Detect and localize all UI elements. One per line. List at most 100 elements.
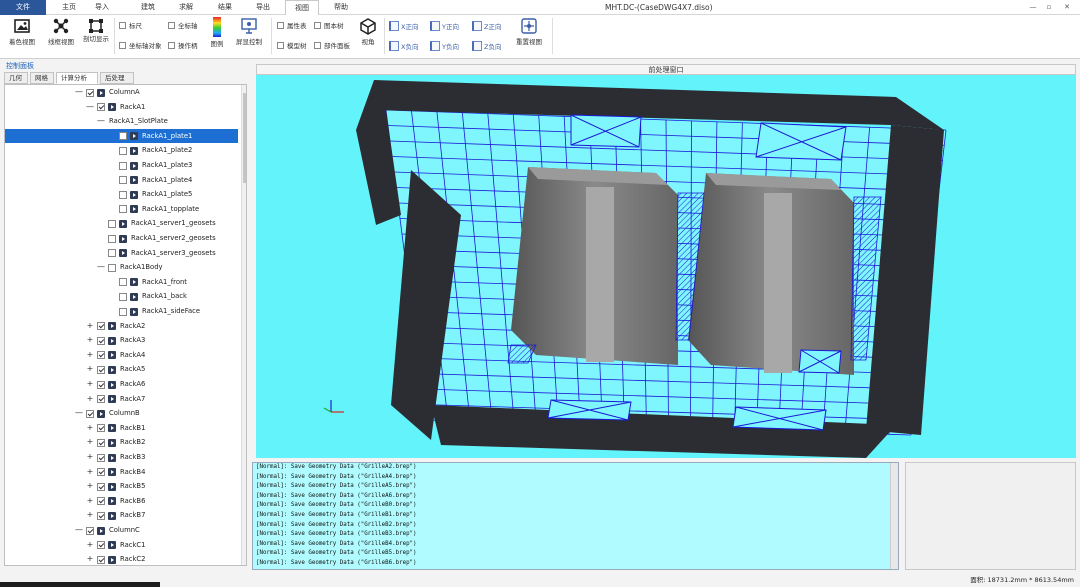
tree-node[interactable]: + RackB5 (5, 479, 238, 494)
tree-node[interactable]: RackA1_server1_geosets (5, 216, 238, 231)
expand-icon[interactable]: + (86, 392, 94, 407)
tree-checkbox[interactable] (97, 395, 105, 404)
tree-node[interactable]: — RackA1_SlotPlate (5, 114, 238, 129)
tree-checkbox[interactable] (119, 161, 127, 170)
component-panel-checkbox[interactable]: 部件面板 (314, 41, 350, 51)
expand-icon[interactable]: + (86, 377, 94, 392)
expand-icon[interactable]: + (86, 421, 94, 436)
x-negative-button[interactable]: X负向 (389, 41, 418, 51)
tree-node[interactable]: + RackA5 (5, 362, 238, 377)
menu-export[interactable]: 导出 (249, 0, 277, 15)
expand-icon[interactable]: + (86, 450, 94, 465)
tree-checkbox[interactable] (119, 205, 127, 214)
tree-node[interactable]: — RackA1Body (5, 260, 238, 275)
expand-icon[interactable]: + (86, 508, 94, 523)
global-axis-checkbox[interactable]: 全标轴 (168, 21, 198, 31)
tree-node[interactable]: RackA1_plate1 (5, 128, 238, 144)
property-table-checkbox[interactable]: 属性表 (277, 21, 307, 31)
tree-node[interactable]: RackA1_server2_geosets (5, 231, 238, 246)
tree-checkbox[interactable] (97, 365, 105, 374)
menu-solve[interactable]: 求解 (172, 0, 200, 15)
tree-node[interactable]: — RackA1 (5, 100, 238, 115)
expand-icon[interactable]: + (86, 333, 94, 348)
reset-view-button[interactable]: 重置视图 (512, 17, 546, 46)
menu-home[interactable]: 主页 (55, 0, 83, 15)
collapse-icon[interactable]: — (75, 523, 83, 538)
tab-mesh[interactable]: 网格 (30, 72, 54, 84)
collapse-icon[interactable]: — (75, 85, 83, 100)
section-display-button[interactable]: 剖切显示 (82, 17, 110, 43)
expand-icon[interactable]: + (86, 319, 94, 334)
tree-checkbox[interactable] (119, 292, 127, 301)
panel-tree-checkbox[interactable]: 图本树 (314, 21, 344, 31)
expand-icon[interactable]: + (86, 465, 94, 480)
tree-checkbox[interactable] (119, 278, 127, 287)
tree-checkbox[interactable] (97, 438, 105, 447)
tree-checkbox[interactable] (97, 468, 105, 477)
tree-scroll-thumb[interactable] (243, 93, 246, 183)
legend-button[interactable]: 图例 (207, 17, 227, 48)
tree-node[interactable]: RackA1_plate3 (5, 158, 238, 173)
tree-checkbox[interactable] (97, 453, 105, 462)
menu-help[interactable]: 帮助 (327, 0, 355, 15)
tree-node[interactable]: — ColumnA (5, 85, 238, 100)
tree-node[interactable]: + RackB4 (5, 465, 238, 480)
expand-icon[interactable]: + (86, 538, 94, 553)
tree-node[interactable]: + RackA4 (5, 348, 238, 363)
expand-icon[interactable]: + (86, 435, 94, 450)
tree-node[interactable]: + RackC2 (5, 552, 238, 565)
tab-analysis[interactable]: 计算分析 (56, 72, 98, 84)
menu-view[interactable]: 视图 (285, 0, 319, 16)
expand-icon[interactable]: + (86, 362, 94, 377)
tree-checkbox[interactable] (86, 88, 94, 97)
menu-import[interactable]: 导入 (88, 0, 116, 15)
console-scrollbar[interactable] (890, 463, 898, 569)
tree-checkbox[interactable] (97, 424, 105, 433)
y-negative-button[interactable]: Y负向 (430, 41, 459, 51)
tree-checkbox[interactable] (108, 263, 116, 272)
tree-node[interactable]: + RackB3 (5, 450, 238, 465)
tree-checkbox[interactable] (119, 132, 127, 141)
tree-checkbox[interactable] (97, 322, 105, 331)
tab-postprocess[interactable]: 后处理 (100, 72, 134, 84)
tree-checkbox[interactable] (108, 219, 116, 228)
tree-checkbox[interactable] (86, 409, 94, 418)
menu-building[interactable]: 建筑 (134, 0, 162, 15)
tree-checkbox[interactable] (86, 526, 94, 535)
restore-button[interactable]: ▫ (1040, 0, 1058, 15)
expand-icon[interactable]: + (86, 479, 94, 494)
axis-object-checkbox[interactable]: 坐标轴对象 (119, 41, 162, 51)
shaded-view-button[interactable]: 着色视图 (6, 17, 38, 46)
expand-icon[interactable]: + (86, 494, 94, 509)
close-button[interactable]: ✕ (1058, 0, 1076, 15)
expand-icon[interactable]: + (86, 348, 94, 363)
tree-node[interactable]: + RackC1 (5, 538, 238, 553)
tree-checkbox[interactable] (119, 176, 127, 185)
model-tree-checkbox[interactable]: 模型树 (277, 41, 307, 51)
perspective-button[interactable]: 视角 (356, 17, 380, 46)
tree-node[interactable]: + RackA3 (5, 333, 238, 348)
tree-checkbox[interactable] (97, 482, 105, 491)
z-negative-button[interactable]: Z负向 (472, 41, 501, 51)
output-console[interactable]: [Normal]: Save Geometry Data ("GrilleA2.… (252, 462, 899, 570)
tree-node[interactable]: RackA1_front (5, 275, 238, 290)
expand-icon[interactable]: + (86, 552, 94, 565)
tree-node[interactable]: + RackB6 (5, 494, 238, 509)
tree-node[interactable]: RackA1_sideFace (5, 304, 238, 319)
screen-control-button[interactable]: 屏显控制 (233, 17, 265, 46)
tree-node[interactable]: + RackB1 (5, 421, 238, 436)
3d-viewport[interactable] (256, 75, 1076, 458)
tree-checkbox[interactable] (97, 103, 105, 112)
tree-scrollbar[interactable] (241, 85, 246, 565)
tree-checkbox[interactable] (97, 380, 105, 389)
tree-checkbox[interactable] (119, 146, 127, 155)
tree-node[interactable]: RackA1_plate2 (5, 143, 238, 158)
collapse-icon[interactable]: — (86, 100, 94, 115)
collapse-icon[interactable]: — (97, 260, 105, 275)
tree-checkbox[interactable] (108, 249, 116, 258)
collapse-icon[interactable]: — (75, 406, 83, 421)
tree-node[interactable]: + RackA7 (5, 392, 238, 407)
tab-geometry[interactable]: 几何 (4, 72, 28, 84)
x-positive-button[interactable]: X正向 (389, 21, 418, 31)
menu-file[interactable]: 文件 (0, 0, 46, 15)
